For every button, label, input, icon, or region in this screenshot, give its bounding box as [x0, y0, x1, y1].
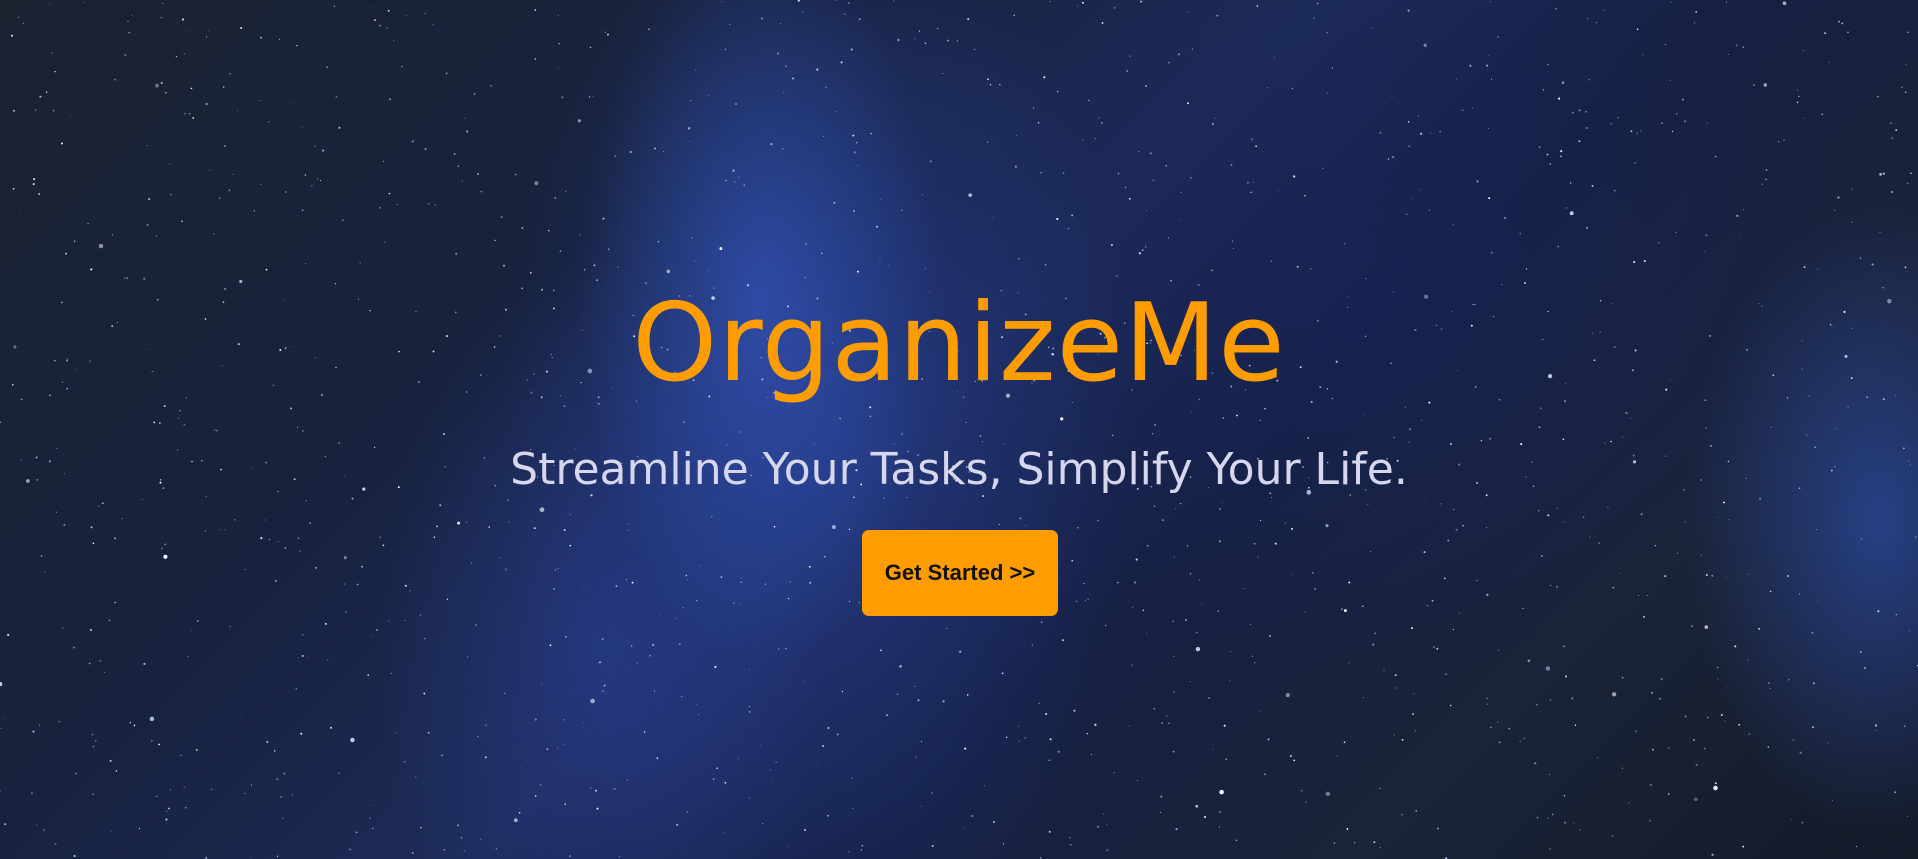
hero-content: OrganizeMe Streamline Your Tasks, Simpli…: [0, 0, 1918, 859]
get-started-button[interactable]: Get Started >>: [862, 530, 1058, 616]
hero-title: OrganizeMe: [632, 281, 1286, 406]
hero-tagline: Streamline Your Tasks, Simplify Your Lif…: [510, 444, 1408, 495]
hero-section: OrganizeMe Streamline Your Tasks, Simpli…: [0, 0, 1918, 859]
